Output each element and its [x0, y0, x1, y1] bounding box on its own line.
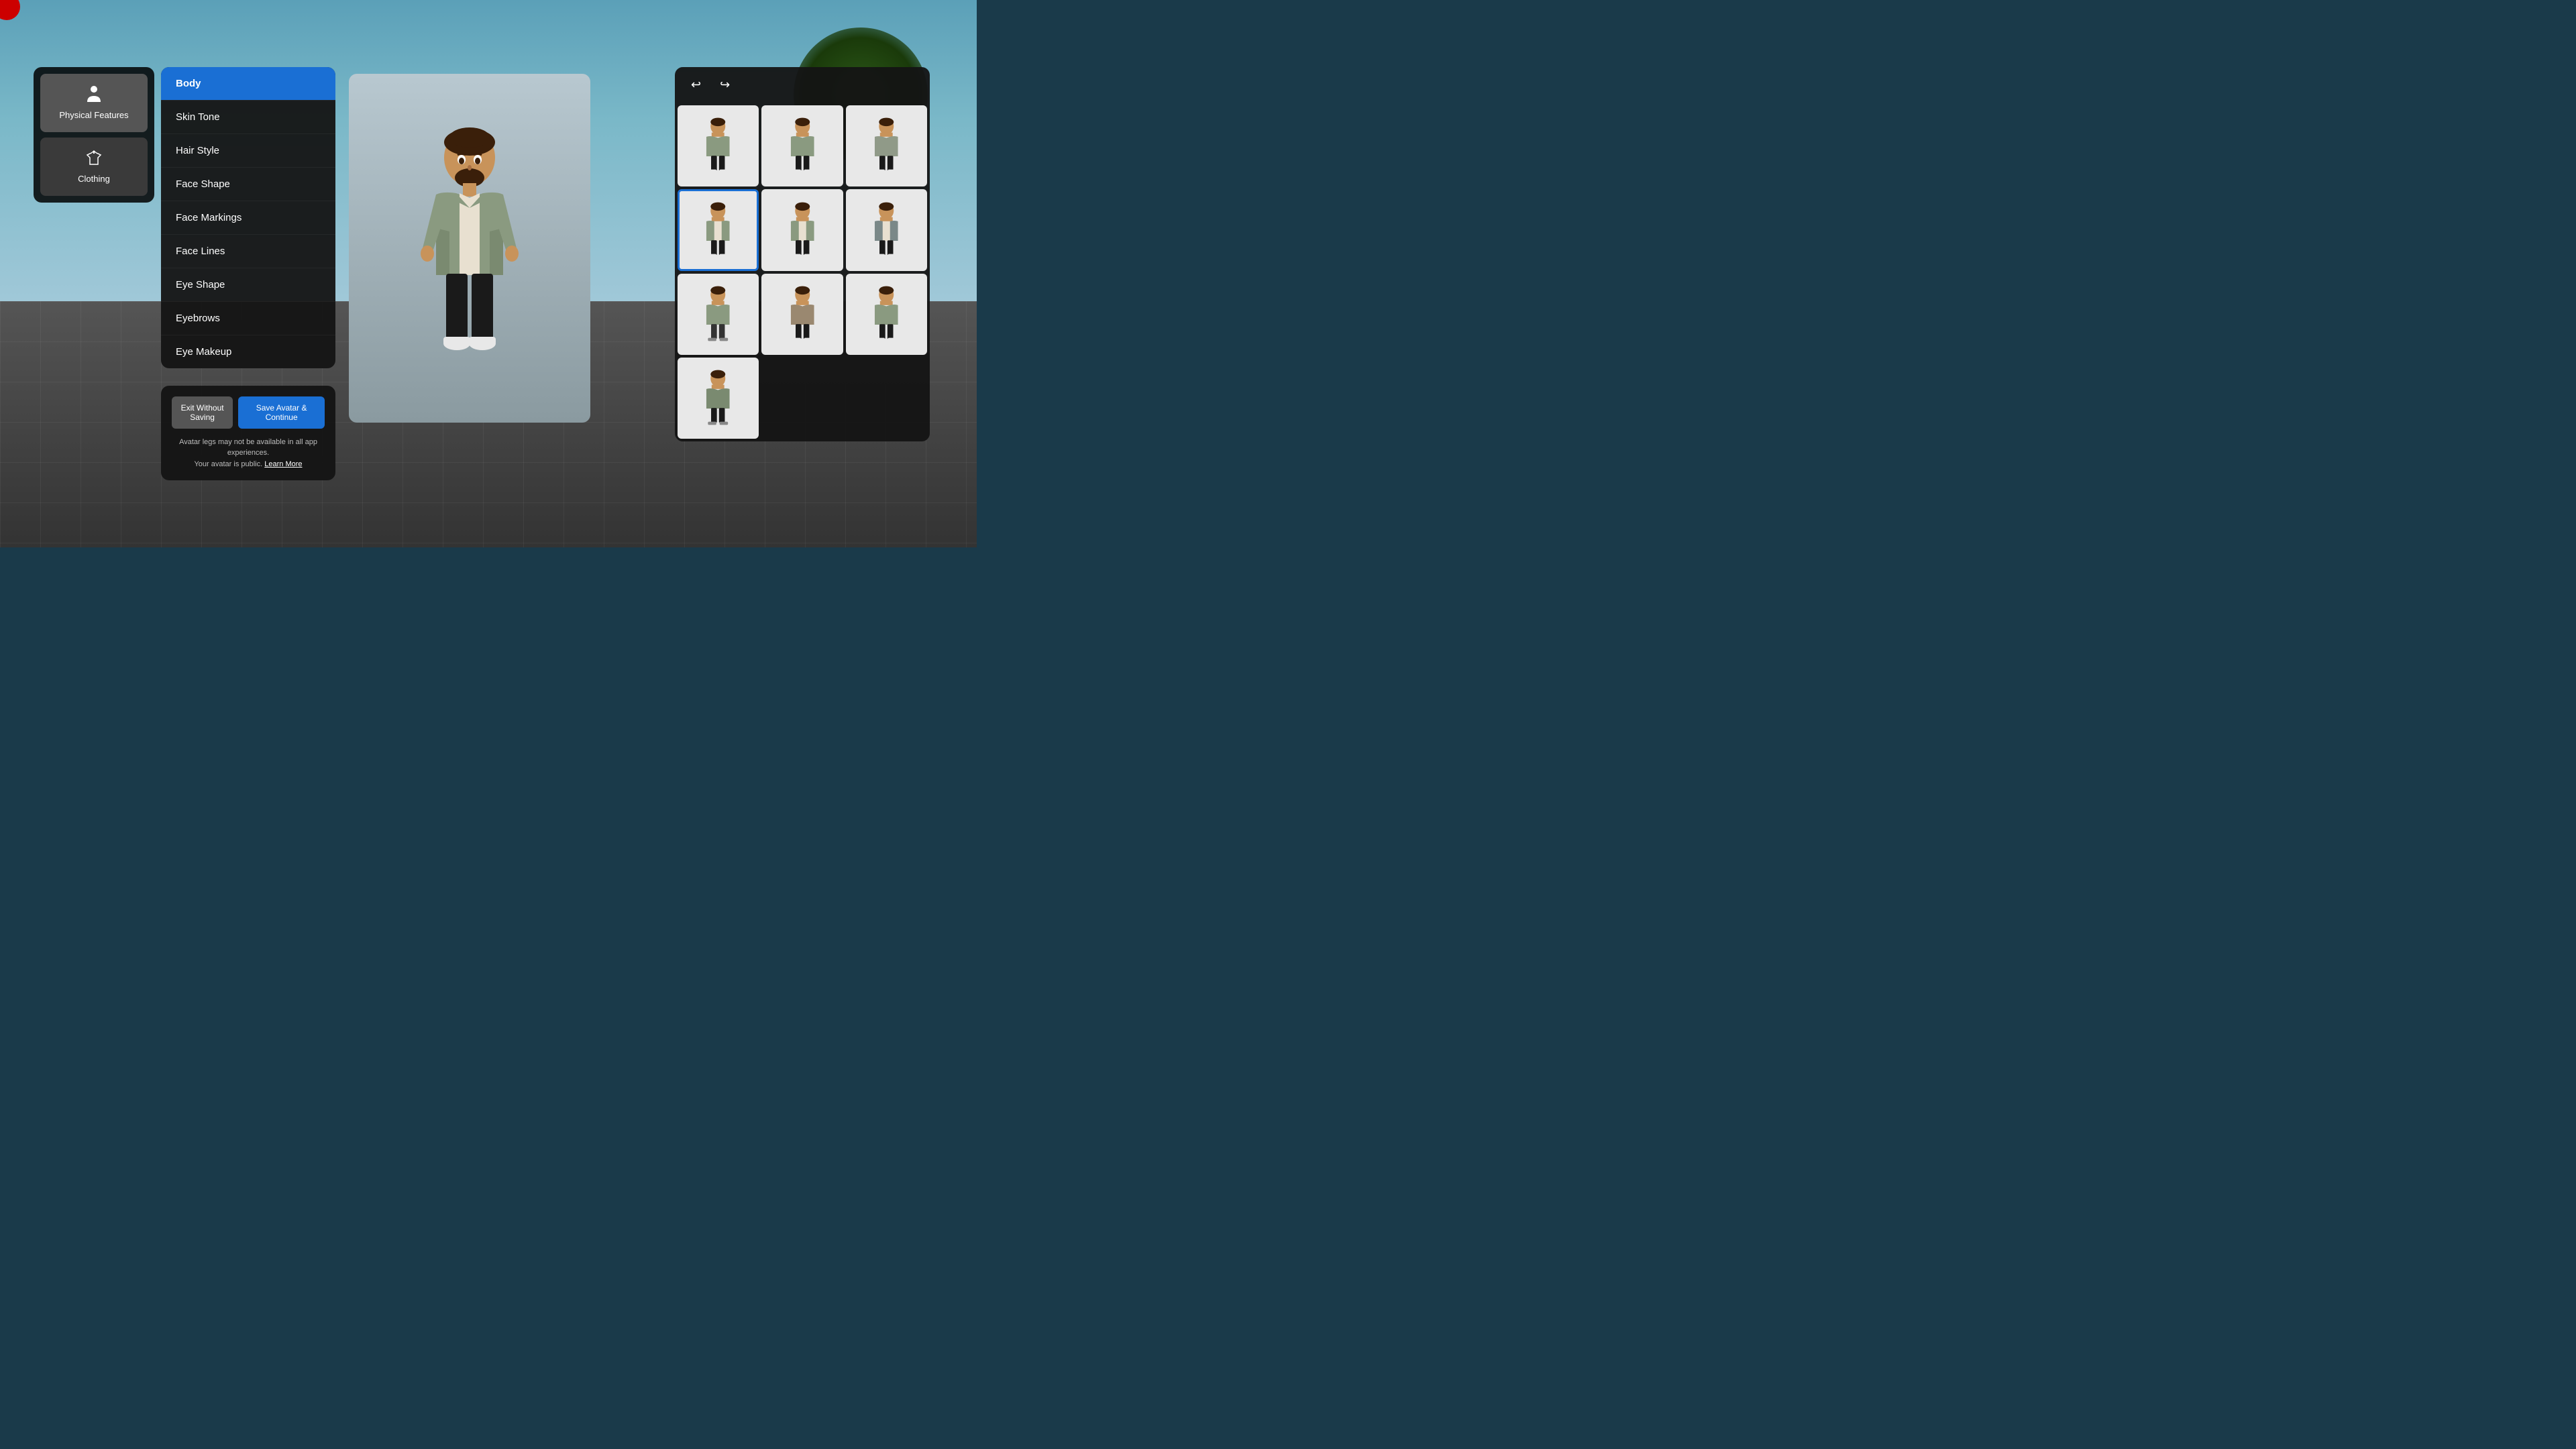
- outfit-item-4[interactable]: [678, 189, 759, 270]
- right-panel-header: ↩ ↪: [675, 67, 930, 103]
- outfit-item-7[interactable]: [678, 274, 759, 355]
- action-buttons-row: Exit Without Saving Save Avatar & Contin…: [172, 396, 325, 429]
- outfit-item-10[interactable]: [678, 358, 759, 439]
- undo-icon: ↩: [691, 78, 701, 91]
- menu-item-face-shape[interactable]: Face Shape: [161, 168, 335, 201]
- outfit-item-6[interactable]: [846, 189, 927, 270]
- menu-item-hair-style[interactable]: Hair Style: [161, 134, 335, 167]
- menu-item-skin-tone[interactable]: Skin Tone: [161, 101, 335, 133]
- outfit-item-2[interactable]: [761, 105, 843, 186]
- learn-more-link[interactable]: Learn More: [264, 460, 302, 468]
- outfit-item-3[interactable]: [846, 105, 927, 186]
- menu-item-eye-shape[interactable]: Eye Shape: [161, 268, 335, 301]
- menu-item-face-lines[interactable]: Face Lines: [161, 235, 335, 268]
- outfit-item-8[interactable]: [761, 274, 843, 355]
- menu-item-face-markings[interactable]: Face Markings: [161, 201, 335, 234]
- info-text: Avatar legs may not be available in all …: [172, 437, 325, 470]
- redo-button[interactable]: ↪: [714, 75, 735, 95]
- physical-features-label: Physical Features: [59, 110, 128, 121]
- clothing-icon: [85, 148, 103, 170]
- right-panel: ↩ ↪: [675, 67, 930, 441]
- menu-panel: Body Skin Tone Hair Style Face Shape Fac…: [161, 67, 335, 368]
- exit-without-saving-button[interactable]: Exit Without Saving: [172, 396, 233, 429]
- category-panel: Physical Features Clothing: [34, 67, 154, 203]
- outfit-item-9[interactable]: [846, 274, 927, 355]
- save-avatar-button[interactable]: Save Avatar & Continue: [238, 396, 325, 429]
- avatar-figure: [402, 114, 537, 382]
- clothing-button[interactable]: Clothing: [40, 138, 148, 196]
- avatar-preview-panel: [349, 74, 590, 423]
- physical-features-button[interactable]: Physical Features: [40, 74, 148, 132]
- menu-item-eye-makeup[interactable]: Eye Makeup: [161, 335, 335, 368]
- outfit-grid: [675, 103, 930, 441]
- menu-item-eyebrows[interactable]: Eyebrows: [161, 302, 335, 335]
- outfit-item-1[interactable]: [678, 105, 759, 186]
- bottom-actions-panel: Exit Without Saving Save Avatar & Contin…: [161, 386, 335, 481]
- menu-item-body[interactable]: Body: [161, 67, 335, 100]
- clothing-label: Clothing: [78, 174, 110, 185]
- undo-button[interactable]: ↩: [686, 75, 706, 95]
- outfit-item-5[interactable]: [761, 189, 843, 270]
- redo-icon: ↪: [720, 78, 730, 91]
- physical-features-icon: [85, 85, 103, 106]
